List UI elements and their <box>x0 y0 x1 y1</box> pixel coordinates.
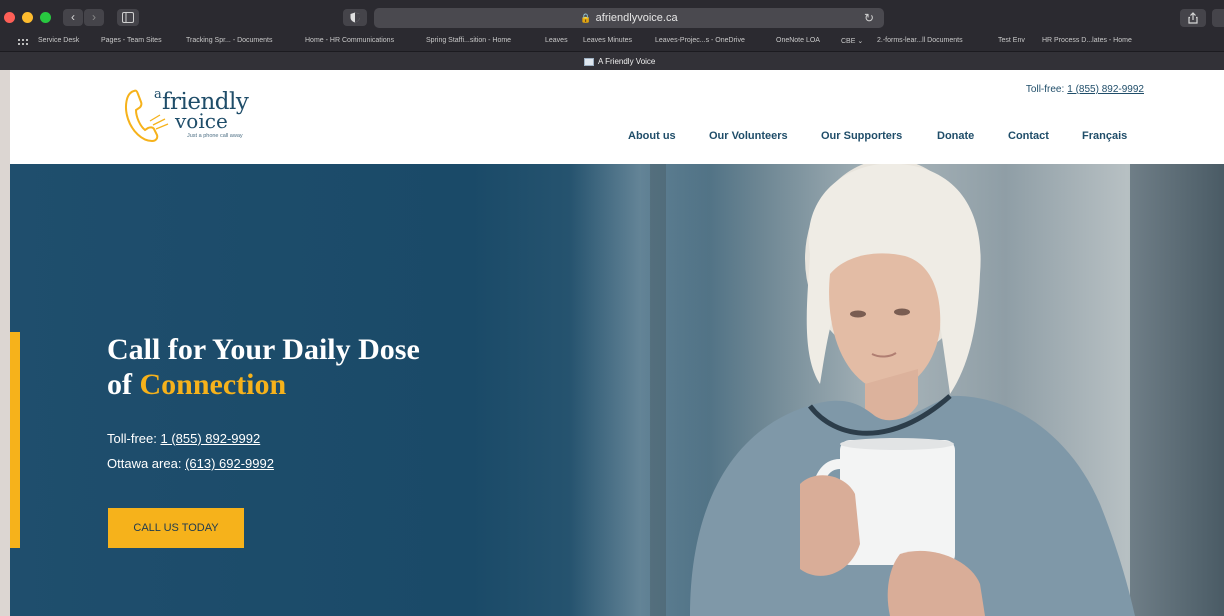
back-icon[interactable]: ‹ <box>63 9 83 26</box>
bookmark-item[interactable]: Home - HR Communications <box>305 37 394 44</box>
logo-word-voice: voice <box>175 109 228 133</box>
hero-photo-woman-with-mug <box>690 164 1135 616</box>
bookmark-item[interactable]: CBE ⌄ <box>841 37 863 45</box>
bookmark-item[interactable]: Tracking Spr... - Documents <box>186 37 273 44</box>
sidebar-toggle-icon[interactable] <box>117 9 139 26</box>
forward-icon[interactable]: › <box>84 9 104 26</box>
header-tollfree-link[interactable]: 1 (855) 892-9992 <box>1067 84 1144 95</box>
hero-tollfree-link[interactable]: 1 (855) 892-9992 <box>160 431 260 446</box>
nav-donate[interactable]: Donate <box>937 130 974 142</box>
bookmark-item[interactable]: HR Process D...lates - Home <box>1042 37 1132 44</box>
hero-tollfree-label: Toll-free: <box>107 431 157 446</box>
bookmark-item[interactable]: Service Desk <box>38 37 79 44</box>
bookmark-item[interactable]: Test Env <box>998 37 1025 44</box>
bookmark-item[interactable]: Leaves-Projec...s - OneDrive <box>655 37 745 44</box>
hero-headline: Call for Your Daily Dose of Connection <box>107 332 420 402</box>
url-text: afriendlyvoice.ca <box>595 12 678 24</box>
tab-bar: A Friendly Voice <box>0 51 1224 70</box>
hero-headline-highlight: Connection <box>139 368 287 401</box>
hero-section: Call for Your Daily Dose of Connection T… <box>10 164 1224 616</box>
hero-headline-of: of <box>107 368 132 401</box>
bookmarks-bar: Service Desk Pages - Team Sites Tracking… <box>0 36 1224 51</box>
tab-overview-icon[interactable] <box>1212 9 1224 27</box>
address-bar[interactable]: 🔒 afriendlyvoice.ca ↻ <box>374 8 884 28</box>
nav-our-supporters[interactable]: Our Supporters <box>821 130 902 142</box>
nav-francais[interactable]: Français <box>1082 130 1127 142</box>
tab-title: A Friendly Voice <box>598 57 656 66</box>
close-window-button[interactable] <box>4 12 15 23</box>
browser-toolbar: ‹ › 🔒 afriendlyvoice.ca ↻ <box>0 0 1224 36</box>
minimize-window-button[interactable] <box>22 12 33 23</box>
share-icon[interactable] <box>1180 9 1206 27</box>
site-header: a friendly voice Just a phone call away … <box>10 70 1224 164</box>
hero-ottawa-link[interactable]: (613) 692-9992 <box>185 456 274 471</box>
bookmark-item[interactable]: 2.-forms-lear...ll Documents <box>877 37 963 44</box>
hero-tollfree: Toll-free: 1 (855) 892-9992 <box>107 431 260 446</box>
bookmark-item[interactable]: OneNote LOA <box>776 37 820 44</box>
bookmark-item[interactable]: Leaves Minutes <box>583 37 632 44</box>
nav-contact[interactable]: Contact <box>1008 130 1049 142</box>
bookmark-item[interactable]: Pages - Team Sites <box>101 37 162 44</box>
nav-about-us[interactable]: About us <box>628 130 676 142</box>
logo-letter-a: a <box>154 87 162 102</box>
bookmark-item[interactable]: Spring Staffi...sition - Home <box>426 37 511 44</box>
header-tollfree-label: Toll-free: <box>1025 84 1065 95</box>
header-tollfree: Toll-free: 1 (855) 892-9992 <box>1026 84 1144 95</box>
logo-tagline: Just a phone call away <box>187 133 243 139</box>
hero-ottawa: Ottawa area: (613) 692-9992 <box>107 456 274 471</box>
site-logo[interactable]: a friendly voice Just a phone call away <box>120 85 270 147</box>
site-favicon-icon <box>584 57 594 66</box>
privacy-shield-icon[interactable] <box>343 9 367 26</box>
nav-our-volunteers[interactable]: Our Volunteers <box>709 130 788 142</box>
lock-icon: 🔒 <box>580 13 592 23</box>
accent-bar <box>10 332 20 548</box>
hero-headline-line1: Call for Your Daily Dose <box>107 333 420 366</box>
bookmark-item[interactable]: Leaves <box>545 37 568 44</box>
zoom-window-button[interactable] <box>40 12 51 23</box>
apps-grid-icon[interactable] <box>18 39 28 48</box>
active-tab[interactable]: A Friendly Voice <box>584 55 655 68</box>
call-us-today-button[interactable]: CALL US TODAY <box>108 508 244 548</box>
hero-ottawa-label: Ottawa area: <box>107 456 182 471</box>
browser-chrome: ‹ › 🔒 afriendlyvoice.ca ↻ Service Desk Pa… <box>0 0 1224 70</box>
reload-icon[interactable]: ↻ <box>864 8 874 28</box>
